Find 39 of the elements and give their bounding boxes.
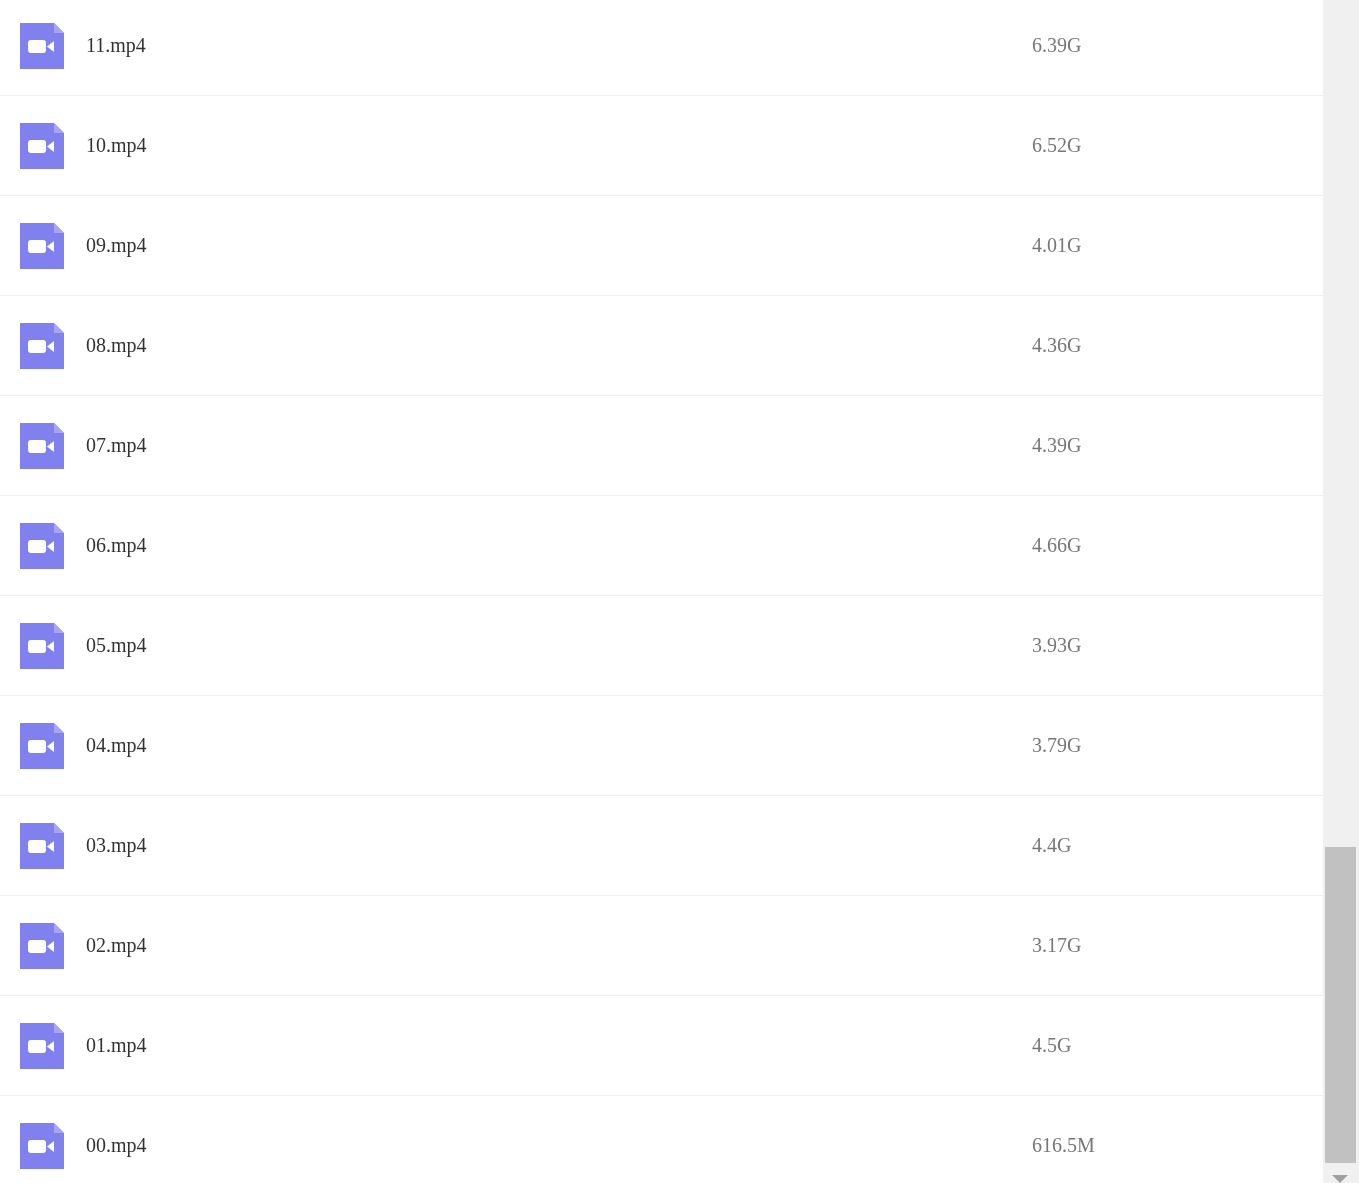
file-name[interactable]: 07.mp4	[86, 434, 1032, 457]
file-size: 4.66G	[1032, 534, 1082, 557]
file-size: 3.17G	[1032, 934, 1082, 957]
file-size: 4.4G	[1032, 834, 1072, 857]
video-file-icon	[20, 622, 64, 669]
file-size: 616.5M	[1032, 1134, 1095, 1157]
file-size: 4.39G	[1032, 434, 1082, 457]
video-file-icon	[20, 422, 64, 469]
file-name[interactable]: 02.mp4	[86, 934, 1032, 957]
file-name[interactable]: 11.mp4	[86, 34, 1032, 57]
file-size: 3.79G	[1032, 734, 1082, 757]
video-file-icon	[20, 1022, 64, 1069]
scrollbar-thumb[interactable]	[1325, 847, 1356, 1163]
file-name[interactable]: 06.mp4	[86, 534, 1032, 557]
file-name[interactable]: 03.mp4	[86, 834, 1032, 857]
video-file-icon	[20, 522, 64, 569]
video-file-icon	[20, 922, 64, 969]
file-size: 6.52G	[1032, 134, 1082, 157]
scroll-down-icon[interactable]	[1332, 1175, 1348, 1183]
scrollbar[interactable]	[1323, 0, 1359, 1183]
file-name[interactable]: 10.mp4	[86, 134, 1032, 157]
video-file-icon	[20, 122, 64, 169]
video-file-icon	[20, 322, 64, 369]
file-name[interactable]: 09.mp4	[86, 234, 1032, 257]
video-file-icon	[20, 1122, 64, 1169]
file-name[interactable]: 08.mp4	[86, 334, 1032, 357]
file-size: 6.39G	[1032, 34, 1082, 57]
file-size: 4.36G	[1032, 334, 1082, 357]
video-file-icon	[20, 222, 64, 269]
file-size: 4.01G	[1032, 234, 1082, 257]
file-name[interactable]: 00.mp4	[86, 1134, 1032, 1157]
file-size: 4.5G	[1032, 1034, 1072, 1057]
video-file-icon	[20, 822, 64, 869]
file-size: 3.93G	[1032, 634, 1082, 657]
file-name[interactable]: 04.mp4	[86, 734, 1032, 757]
file-name[interactable]: 01.mp4	[86, 1034, 1032, 1057]
file-name[interactable]: 05.mp4	[86, 634, 1032, 657]
video-file-icon	[20, 22, 64, 69]
video-file-icon	[20, 722, 64, 769]
